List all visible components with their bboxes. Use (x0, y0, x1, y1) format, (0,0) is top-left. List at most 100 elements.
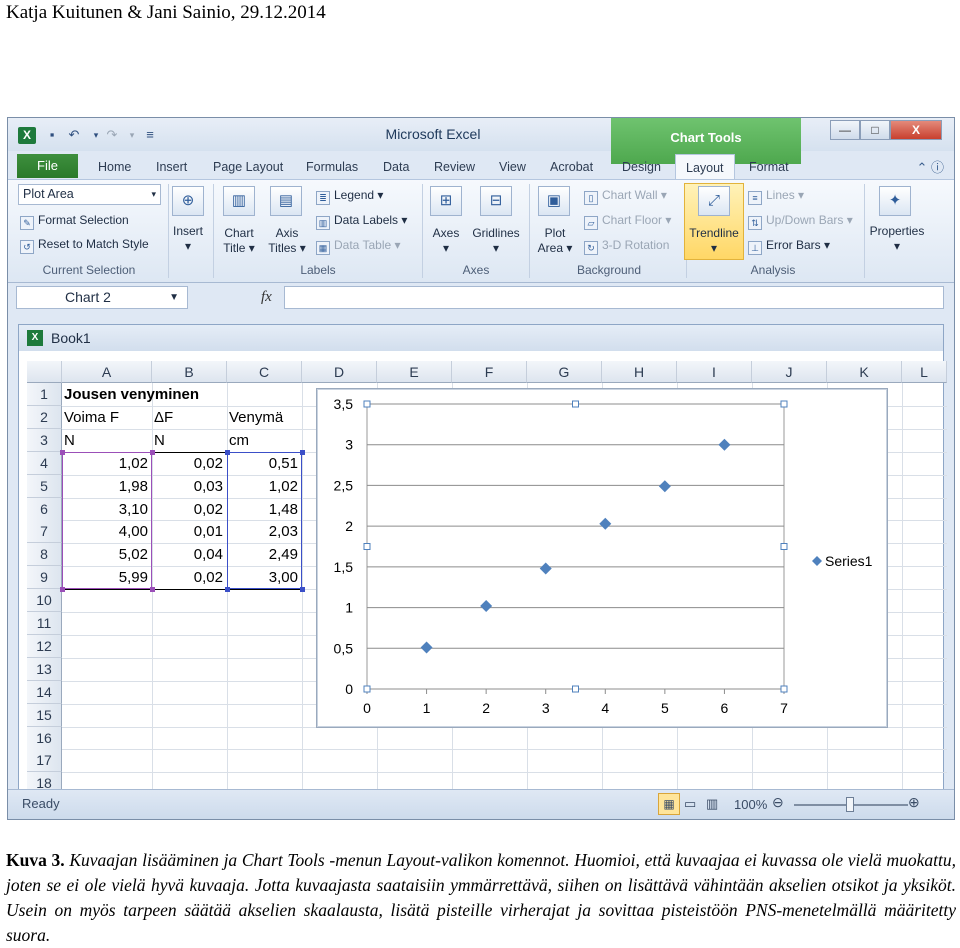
selection-handle[interactable] (780, 685, 788, 693)
redo-icon[interactable]: ↷ (104, 127, 120, 143)
scatter-chart[interactable]: 0 0,5 1 1,5 2 2,5 3 3,5 0 1 2 3 4 5 6 7 Series1 (317, 389, 889, 729)
row-header[interactable]: 7 (27, 520, 62, 544)
cell[interactable]: 0,03 (154, 475, 227, 498)
tab-formulas[interactable]: Formulas (306, 160, 358, 174)
selection-handle[interactable] (572, 685, 579, 693)
row-header[interactable]: 17 (27, 749, 62, 773)
gridlines-button[interactable]: Gridlines ▾ (468, 226, 524, 256)
page-layout-view-icon[interactable]: ▭ (684, 796, 696, 812)
selection-handle[interactable] (363, 685, 371, 693)
data-labels-button[interactable]: ▥ Data Labels ▾ (316, 213, 407, 230)
gridlines-icon[interactable]: ⊟ (480, 186, 512, 216)
save-icon[interactable]: ▪ (44, 127, 60, 143)
tab-view[interactable]: View (499, 160, 526, 174)
chart-wall-button[interactable]: ▯ Chart Wall ▾ (584, 188, 667, 205)
tab-insert[interactable]: Insert (156, 160, 187, 174)
trendline-button[interactable]: Trendline ▾ (684, 226, 744, 256)
lines-button[interactable]: ≡ Lines ▾ (748, 188, 804, 205)
tab-review[interactable]: Review (434, 160, 475, 174)
fx-icon[interactable]: fx (261, 289, 272, 306)
cell[interactable]: 0,01 (154, 520, 227, 543)
excel-logo-icon[interactable]: X (18, 127, 36, 144)
tab-page-layout[interactable]: Page Layout (213, 160, 283, 174)
maximize-button[interactable]: □ (860, 120, 890, 140)
zoom-level[interactable]: 100% (734, 797, 767, 812)
axes-button[interactable]: Axes ▾ (424, 226, 468, 256)
plot-area-icon[interactable]: ▣ (538, 186, 570, 216)
range-handle[interactable] (300, 587, 305, 593)
reset-style-button[interactable]: ↺ Reset to Match Style (20, 237, 149, 254)
cell[interactable]: cm (229, 429, 302, 452)
row-header[interactable]: 16 (27, 726, 62, 750)
cell[interactable]: Venymä (229, 406, 302, 429)
tab-data[interactable]: Data (383, 160, 409, 174)
chart-area[interactable]: 0 0,5 1 1,5 2 2,5 3 3,5 0 1 2 3 4 5 6 7 Series1 (316, 388, 888, 728)
column-header[interactable]: C (227, 361, 302, 383)
column-header[interactable]: F (452, 361, 527, 383)
row-header[interactable]: 11 (27, 612, 62, 635)
row-header[interactable]: 15 (27, 703, 62, 727)
column-header[interactable]: K (827, 361, 902, 383)
range-handle[interactable] (300, 449, 305, 455)
cell[interactable]: Voima F (64, 406, 152, 429)
chart-title-button[interactable]: Chart Title ▾ (216, 226, 262, 256)
customize-toolbar-icon[interactable]: ≡ (142, 127, 158, 143)
name-box[interactable]: Chart 2 ▼ (16, 286, 188, 309)
legend-button[interactable]: ≣ Legend ▾ (316, 188, 383, 205)
range-handle[interactable] (150, 449, 155, 455)
cell[interactable]: 0,02 (154, 566, 227, 589)
undo-dropdown-icon[interactable]: ▾ (88, 127, 104, 143)
chart-floor-button[interactable]: ▱ Chart Floor ▾ (584, 213, 671, 230)
row-header[interactable]: 14 (27, 680, 62, 704)
undo-icon[interactable]: ↶ (66, 127, 82, 143)
row-header[interactable]: 5 (27, 474, 62, 498)
row-header[interactable]: 1 (27, 383, 62, 406)
rotation-button[interactable]: ↻ 3-D Rotation (584, 238, 669, 255)
chart-element-combo[interactable]: Plot Area ▾ (18, 184, 161, 205)
selection-handle[interactable] (363, 543, 371, 550)
tab-format[interactable]: Format (749, 160, 789, 174)
range-handle[interactable] (225, 449, 230, 455)
row-header[interactable]: 4 (27, 451, 62, 475)
properties-button[interactable]: Properties ▾ (866, 224, 928, 254)
row-header[interactable]: 8 (27, 543, 62, 567)
cell[interactable]: 0,02 (154, 498, 227, 521)
column-header[interactable]: A (62, 361, 152, 383)
cell[interactable]: N (64, 429, 152, 452)
row-header[interactable]: 3 (27, 428, 62, 452)
chart-title-icon[interactable]: ▥ (223, 186, 255, 216)
error-bars-button[interactable]: ⊥ Error Bars ▾ (748, 238, 830, 255)
selection-handle[interactable] (363, 400, 371, 408)
selection-handle[interactable] (572, 400, 579, 408)
trendline-icon[interactable]: ⤢ (698, 186, 730, 216)
data-table-button[interactable]: ▦ Data Table ▾ (316, 238, 401, 255)
axes-icon[interactable]: ⊞ (430, 186, 462, 216)
column-header[interactable]: J (752, 361, 827, 383)
normal-view-icon[interactable]: ▦ (658, 793, 680, 815)
selection-handle[interactable] (780, 400, 788, 408)
page-break-view-icon[interactable]: ▥ (706, 796, 718, 812)
row-header[interactable]: 6 (27, 497, 62, 521)
column-header[interactable]: D (302, 361, 377, 383)
row-header[interactable]: 10 (27, 589, 62, 613)
range-handle[interactable] (150, 587, 155, 593)
tab-design[interactable]: Design (622, 160, 661, 174)
select-all-corner[interactable] (27, 361, 62, 383)
redo-dropdown-icon[interactable]: ▾ (124, 127, 140, 143)
column-header[interactable]: H (602, 361, 677, 383)
formula-input[interactable] (284, 286, 944, 309)
insert-button[interactable]: Insert ▾ (166, 224, 210, 254)
column-header[interactable]: G (527, 361, 602, 383)
cell[interactable]: N (154, 429, 227, 452)
close-button[interactable]: X (890, 120, 942, 140)
insert-icon[interactable]: ⊕ (172, 186, 204, 216)
file-tab[interactable]: File (17, 154, 78, 178)
zoom-slider-handle[interactable] (846, 797, 854, 812)
row-header[interactable]: 13 (27, 657, 62, 681)
help-icon[interactable]: ⌃ ⓘ (916, 157, 944, 176)
properties-icon[interactable]: ✦ (879, 186, 911, 216)
format-selection-button[interactable]: ✎ Format Selection (20, 213, 129, 230)
cell[interactable]: 0,04 (154, 543, 227, 566)
updown-bars-button[interactable]: ⇅ Up/Down Bars ▾ (748, 213, 853, 230)
plot-area-button[interactable]: Plot Area ▾ (532, 226, 578, 256)
